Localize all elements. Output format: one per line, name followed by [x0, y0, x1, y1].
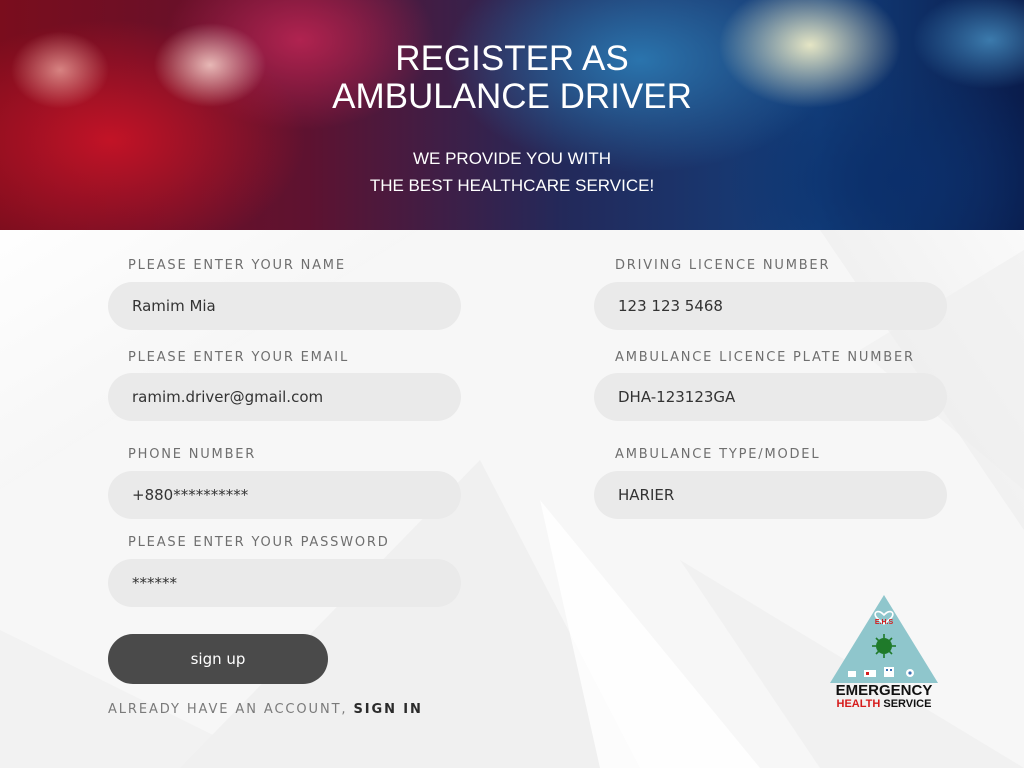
phone-input[interactable]	[108, 471, 461, 519]
sign-in-prompt: ALREADY HAVE AN ACCOUNT, SIGN IN	[108, 702, 423, 717]
logo-text-health: HEALTH	[836, 698, 881, 710]
sign-in-prompt-text: ALREADY HAVE AN ACCOUNT,	[108, 702, 348, 717]
page-title: REGISTER AS AMBULANCE DRIVER	[0, 40, 1024, 116]
name-input[interactable]	[108, 282, 461, 330]
ambulance-model-label: AMBULANCE TYPE/MODEL	[615, 447, 821, 462]
password-label: PLEASE ENTER YOUR PASSWORD	[128, 535, 390, 550]
page-title-line1: REGISTER AS	[395, 39, 629, 78]
logo-badge: E.H.S	[874, 619, 894, 626]
plate-number-input[interactable]	[594, 373, 947, 421]
name-label: PLEASE ENTER YOUR NAME	[128, 258, 346, 273]
ehs-logo: E.H.S EMERGENCY HEALTH SERVICE	[826, 593, 942, 715]
sign-in-link[interactable]: SIGN IN	[354, 702, 423, 717]
sign-up-button[interactable]: sign up	[108, 634, 328, 684]
ambulance-model-input[interactable]	[594, 471, 947, 519]
page-subtitle-line1: WE PROVIDE YOU WITH	[412, 149, 612, 168]
logo-text-emergency: EMERGENCY	[835, 682, 933, 699]
phone-label: PHONE NUMBER	[128, 447, 257, 462]
logo-text-service: SERVICE	[883, 698, 932, 710]
page-subtitle-line2: THE BEST HEALTHCARE SERVICE!	[369, 176, 655, 195]
email-label: PLEASE ENTER YOUR EMAIL	[128, 350, 349, 365]
driving-licence-label: DRIVING LICENCE NUMBER	[615, 258, 831, 273]
page-title-line2: AMBULANCE DRIVER	[332, 77, 692, 116]
logo-triangle-icon	[830, 595, 938, 683]
logo-text-health-service: HEALTH SERVICE	[826, 698, 942, 710]
plate-number-label: AMBULANCE LICENCE PLATE NUMBER	[615, 350, 915, 365]
driving-licence-input[interactable]	[594, 282, 947, 330]
page-subtitle: WE PROVIDE YOU WITH THE BEST HEALTHCARE …	[0, 145, 1024, 199]
header-banner: REGISTER AS AMBULANCE DRIVER WE PROVIDE …	[0, 0, 1024, 230]
email-input[interactable]	[108, 373, 461, 421]
password-input[interactable]	[108, 559, 461, 607]
